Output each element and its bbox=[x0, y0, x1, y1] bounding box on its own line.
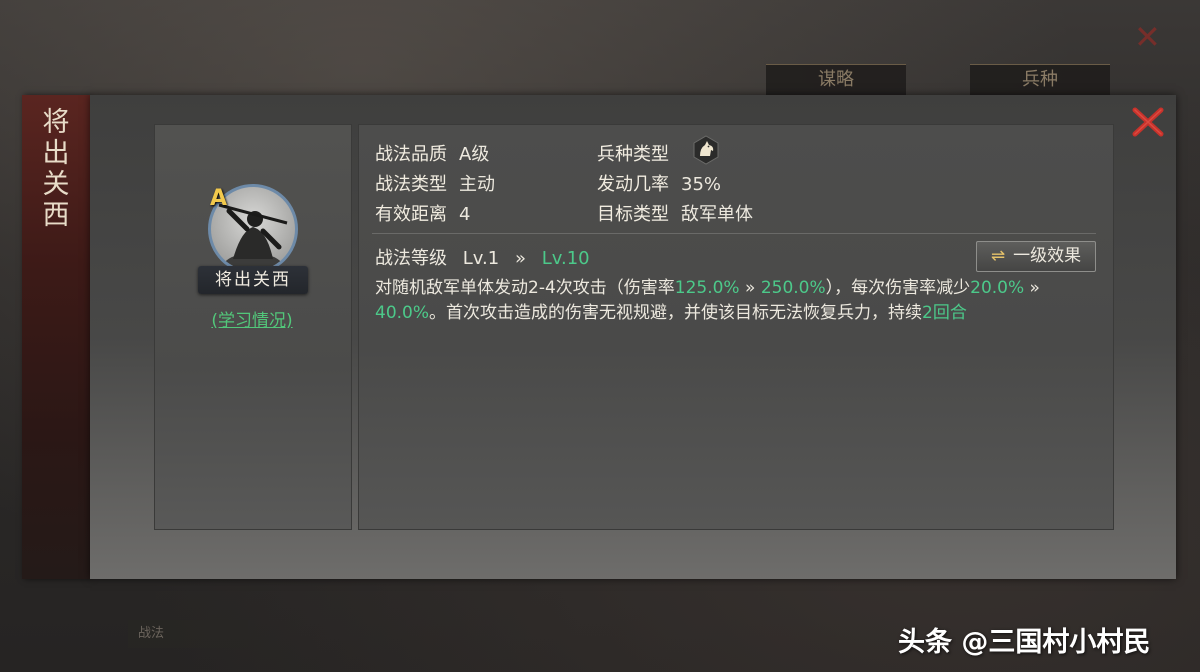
background-tab-troop: 兵种 bbox=[970, 64, 1110, 95]
skill-name-plate: 将出关西 bbox=[198, 266, 308, 294]
desc-value: 250.0% bbox=[760, 278, 826, 298]
level-label: 战法等级 bbox=[375, 248, 447, 269]
attr-quality: 战法品质 A级 bbox=[375, 140, 489, 166]
watermark: 头条 @三国村小村民 bbox=[898, 627, 1151, 658]
background-close-icon: ✕ bbox=[1134, 18, 1161, 56]
vertical-title-char: 关 bbox=[42, 169, 70, 200]
close-button[interactable] bbox=[1130, 104, 1166, 140]
desc-text: 。首次攻击造成的伤害无视规避，并使该目标无法恢复兵力，持续 bbox=[429, 303, 923, 323]
desc-arrow: » bbox=[739, 278, 761, 298]
attr-quality-label: 战法品质 bbox=[375, 144, 447, 165]
attr-range: 有效距离 4 bbox=[375, 200, 470, 226]
skill-level-row: 战法等级 Lv.1 » Lv.10 bbox=[375, 244, 590, 270]
close-icon bbox=[1132, 107, 1164, 137]
desc-value: 2回合 bbox=[922, 303, 967, 323]
study-status-link[interactable]: (学习情况) bbox=[202, 306, 302, 331]
attr-quality-value: A级 bbox=[459, 144, 490, 165]
level-arrow-icon: » bbox=[514, 248, 526, 269]
desc-text: 对随机敌军单体发动2-4次攻击（伤害率 bbox=[375, 278, 675, 298]
desc-value: 125.0% bbox=[674, 278, 740, 298]
attr-type-label: 战法类型 bbox=[375, 174, 447, 195]
level-from: Lv.1 bbox=[462, 248, 500, 269]
vertical-title-char: 出 bbox=[42, 138, 70, 169]
attr-target: 目标类型 敌军单体 bbox=[597, 200, 753, 226]
desc-arrow: » bbox=[1024, 278, 1040, 298]
background-tab-strategy: 谋略 bbox=[766, 64, 906, 95]
desc-value: 40.0% bbox=[375, 303, 430, 323]
attr-type: 战法类型 主动 bbox=[375, 170, 495, 196]
effect-button-label: 一级效果 bbox=[1013, 246, 1082, 266]
vertical-title-char: 西 bbox=[42, 200, 70, 231]
attr-rate: 发动几率 35% bbox=[597, 170, 721, 196]
attr-troop: 兵种类型 bbox=[597, 140, 669, 166]
skill-description: 对随机敌军单体发动2-4次攻击（伤害率125.0% » 250.0%），每次伤害… bbox=[375, 276, 1097, 326]
info-divider bbox=[372, 233, 1096, 234]
vertical-title-char: 将 bbox=[42, 107, 70, 138]
attr-type-value: 主动 bbox=[459, 174, 495, 195]
attr-rate-label: 发动几率 bbox=[597, 174, 669, 195]
attr-range-value: 4 bbox=[459, 204, 471, 225]
attr-range-label: 有效距离 bbox=[375, 204, 447, 225]
horse-cavalry-icon bbox=[690, 134, 722, 166]
level-effect-toggle-button[interactable]: ⇌ 一级效果 bbox=[976, 241, 1096, 272]
skill-grade-badge: A bbox=[210, 186, 228, 211]
attr-target-value: 敌军单体 bbox=[681, 204, 753, 225]
background-skill-button: 战法 bbox=[128, 620, 248, 648]
swap-icon: ⇌ bbox=[990, 246, 1006, 266]
vertical-char: 将出关西 bbox=[22, 107, 90, 231]
desc-text: ），每次伤害率减少 bbox=[825, 278, 971, 298]
level-to: Lv.10 bbox=[541, 248, 590, 269]
attr-rate-value: 35% bbox=[681, 174, 722, 195]
attr-troop-label: 兵种类型 bbox=[597, 144, 669, 165]
skill-vertical-title: 将出关西 bbox=[22, 107, 90, 231]
desc-value: 20.0% bbox=[970, 278, 1025, 298]
attr-target-label: 目标类型 bbox=[597, 204, 669, 225]
skill-title-strip: 将出关西 bbox=[22, 95, 90, 579]
